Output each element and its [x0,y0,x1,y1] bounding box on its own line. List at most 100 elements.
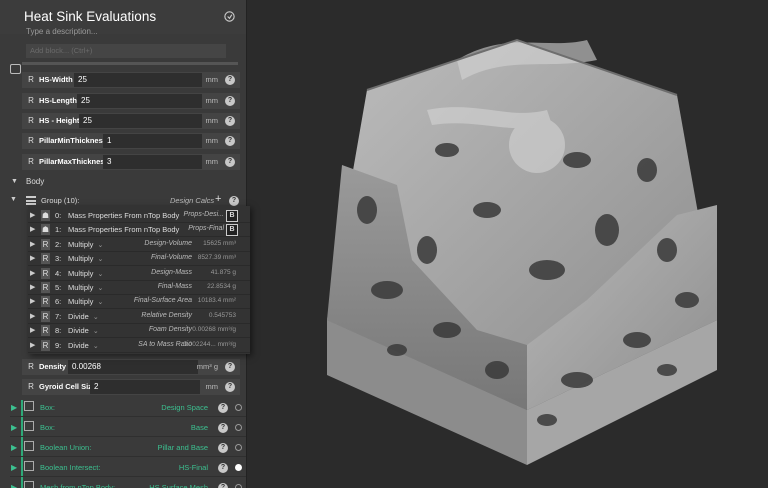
chevron-down-icon[interactable]: ⌄ [97,256,103,263]
help-icon[interactable]: ? [225,362,235,372]
variable-row[interactable]: R PillarMaxThickness 3 mm? [22,154,240,170]
caret-right-icon[interactable]: ▶ [30,341,35,349]
play-icon[interactable]: ▶ [11,483,17,488]
help-icon[interactable]: ? [229,196,239,206]
variable-value-input[interactable]: 25 [74,73,202,87]
block-label[interactable]: Box: [40,423,55,432]
block-name[interactable]: Divide ⌄ [68,312,99,321]
block-row[interactable]: ▶ Boolean Intersect: HS-Final? [10,459,246,477]
play-icon[interactable]: ▶ [11,403,17,412]
variable-value-input[interactable]: 3 [103,155,202,169]
block-row[interactable]: ▶ Box: Base? [10,419,246,437]
variable-name[interactable]: HS-Width [39,75,73,84]
caret-right-icon[interactable]: ▶ [30,297,35,305]
add-block-input[interactable]: Add block... (Ctrl+) [26,44,226,58]
block-name[interactable]: Divide ⌄ [68,326,99,335]
chevron-down-icon[interactable]: ⌄ [93,343,99,350]
chevron-down-icon[interactable]: ⌄ [97,299,103,306]
block-alias[interactable]: Final-Mass [158,283,192,290]
block-label[interactable]: Boolean Union: [40,443,91,452]
block-name[interactable]: Mass Properties From nTop Body [68,225,179,234]
help-icon[interactable]: ? [225,116,235,126]
variable-name[interactable]: Density [39,362,66,371]
chevron-down-icon[interactable]: ⌄ [97,271,103,278]
block-name[interactable]: Multiply ⌄ [68,269,103,278]
block-alias[interactable]: Props-Desi... [184,211,224,218]
caret-down-icon[interactable]: ▼ [10,196,17,203]
chevron-down-icon[interactable]: ⌄ [93,314,99,321]
block-name[interactable]: Mass Properties From nTop Body [68,211,179,220]
variable-row[interactable]: R HS - Height 25 mm? [22,113,240,129]
variable-value-input[interactable]: 2 [90,380,200,394]
add-icon[interactable]: + [215,193,221,205]
block-name[interactable]: Multiply ⌄ [68,297,103,306]
caret-right-icon[interactable]: ▶ [30,312,35,320]
caret-right-icon[interactable]: ▶ [30,283,35,291]
block-alias[interactable]: Design-Mass [151,269,192,276]
variable-value-input[interactable]: 1 [103,134,202,148]
block-output-name[interactable]: HS Surface Mesh [149,483,208,488]
variable-row[interactable]: R Density 0.00268 mm³ g? [22,359,240,375]
caret-right-icon[interactable]: ▶ [30,254,35,262]
body-badge-button[interactable]: B [226,210,238,222]
block-row[interactable]: ▶ Box: Design Space? [10,399,246,417]
help-icon[interactable]: ? [218,423,228,433]
help-icon[interactable]: ? [225,382,235,392]
visibility-toggle[interactable] [235,404,242,411]
variable-value-input[interactable]: 0.00268 [68,360,198,374]
block-alias[interactable]: Final-Surface Area [134,297,192,304]
chevron-down-icon[interactable]: ⌄ [97,242,103,249]
caret-right-icon[interactable]: ▶ [30,240,35,248]
group-item-row[interactable]: ▶ R 7: Divide ⌄ Relative Density 0.545753 [28,309,250,324]
group-item-row[interactable]: ▶ R 9: Divide ⌄ SA to Mass Ratio 0.002244... m… [28,338,250,353]
3d-viewport[interactable] [247,0,768,488]
block-output-name[interactable]: Design Space [161,403,208,412]
block-name[interactable]: Multiply ⌄ [68,283,103,292]
variable-name[interactable]: HS - Height [39,116,79,125]
variable-name[interactable]: HS-Length [39,96,77,105]
section-body[interactable]: ▼ Body [0,176,246,188]
group-item-row[interactable]: ▶ ☗ 1: Mass Properties From nTop Body Props-… [28,223,250,238]
help-icon[interactable]: ? [218,463,228,473]
help-icon[interactable]: ? [225,96,235,106]
block-label[interactable]: Boolean Intersect: [40,463,100,472]
group-item-row[interactable]: ▶ R 4: Multiply ⌄ Design-Mass 41.875 g [28,266,250,281]
variable-value-input[interactable]: 25 [79,114,202,128]
caret-down-icon[interactable]: ▼ [11,178,18,185]
group-item-row[interactable]: ▶ R 5: Multiply ⌄ Final-Mass 22.8534 g [28,281,250,295]
help-icon[interactable]: ? [225,75,235,85]
group-item-row[interactable]: ▶ R 2: Multiply ⌄ Design-Volume 15625 mm³ [28,237,250,252]
block-name[interactable]: Multiply ⌄ [68,240,103,249]
description-field[interactable]: Type a description... [26,27,98,36]
variable-row[interactable]: R Gyroid Cell Size 2 mm? [22,379,240,395]
visibility-toggle[interactable] [235,464,242,471]
comment-icon[interactable] [10,64,21,74]
block-output-name[interactable]: Base [191,423,208,432]
block-name[interactable]: Divide ⌄ [68,341,99,350]
block-label[interactable]: Mesh from nTop Body: [40,483,115,488]
caret-right-icon[interactable]: ▶ [30,225,35,233]
notebook-title[interactable]: Heat Sink Evaluations [24,9,156,24]
group-item-row[interactable]: ▶ R 8: Divide ⌄ Foam Density 0.00268 mm³/g [28,324,250,339]
play-icon[interactable]: ▶ [11,443,17,452]
group-item-row[interactable]: ▶ R 3: Multiply ⌄ Final-Volume 8527.39 mm³ [28,252,250,267]
help-icon[interactable]: ? [218,443,228,453]
block-name[interactable]: Multiply ⌄ [68,254,103,263]
visibility-toggle[interactable] [235,444,242,451]
block-row[interactable]: ▶ Mesh from nTop Body: HS Surface Mesh? [10,479,246,488]
help-icon[interactable]: ? [218,483,228,488]
caret-right-icon[interactable]: ▶ [30,269,35,277]
caret-right-icon[interactable]: ▶ [30,211,35,219]
block-alias[interactable]: Final-Volume [151,254,192,261]
group-item-row[interactable]: ▶ ☗ 0: Mass Properties From nTop Body Props-… [28,209,250,223]
sync-icon[interactable] [223,10,236,23]
variable-row[interactable]: R PillarMinThickness 1 mm? [22,133,240,149]
group-item-row[interactable]: ▶ R 6: Multiply ⌄ Final-Surface Area 10183.4 m… [28,295,250,310]
chevron-down-icon[interactable]: ⌄ [93,328,99,335]
help-icon[interactable]: ? [218,403,228,413]
help-icon[interactable]: ? [225,157,235,167]
block-output-name[interactable]: HS-Final [179,463,208,472]
visibility-toggle[interactable] [235,424,242,431]
variable-name[interactable]: Gyroid Cell Size [39,382,96,391]
block-row[interactable]: ▶ Boolean Union: Pillar and Base? [10,439,246,457]
